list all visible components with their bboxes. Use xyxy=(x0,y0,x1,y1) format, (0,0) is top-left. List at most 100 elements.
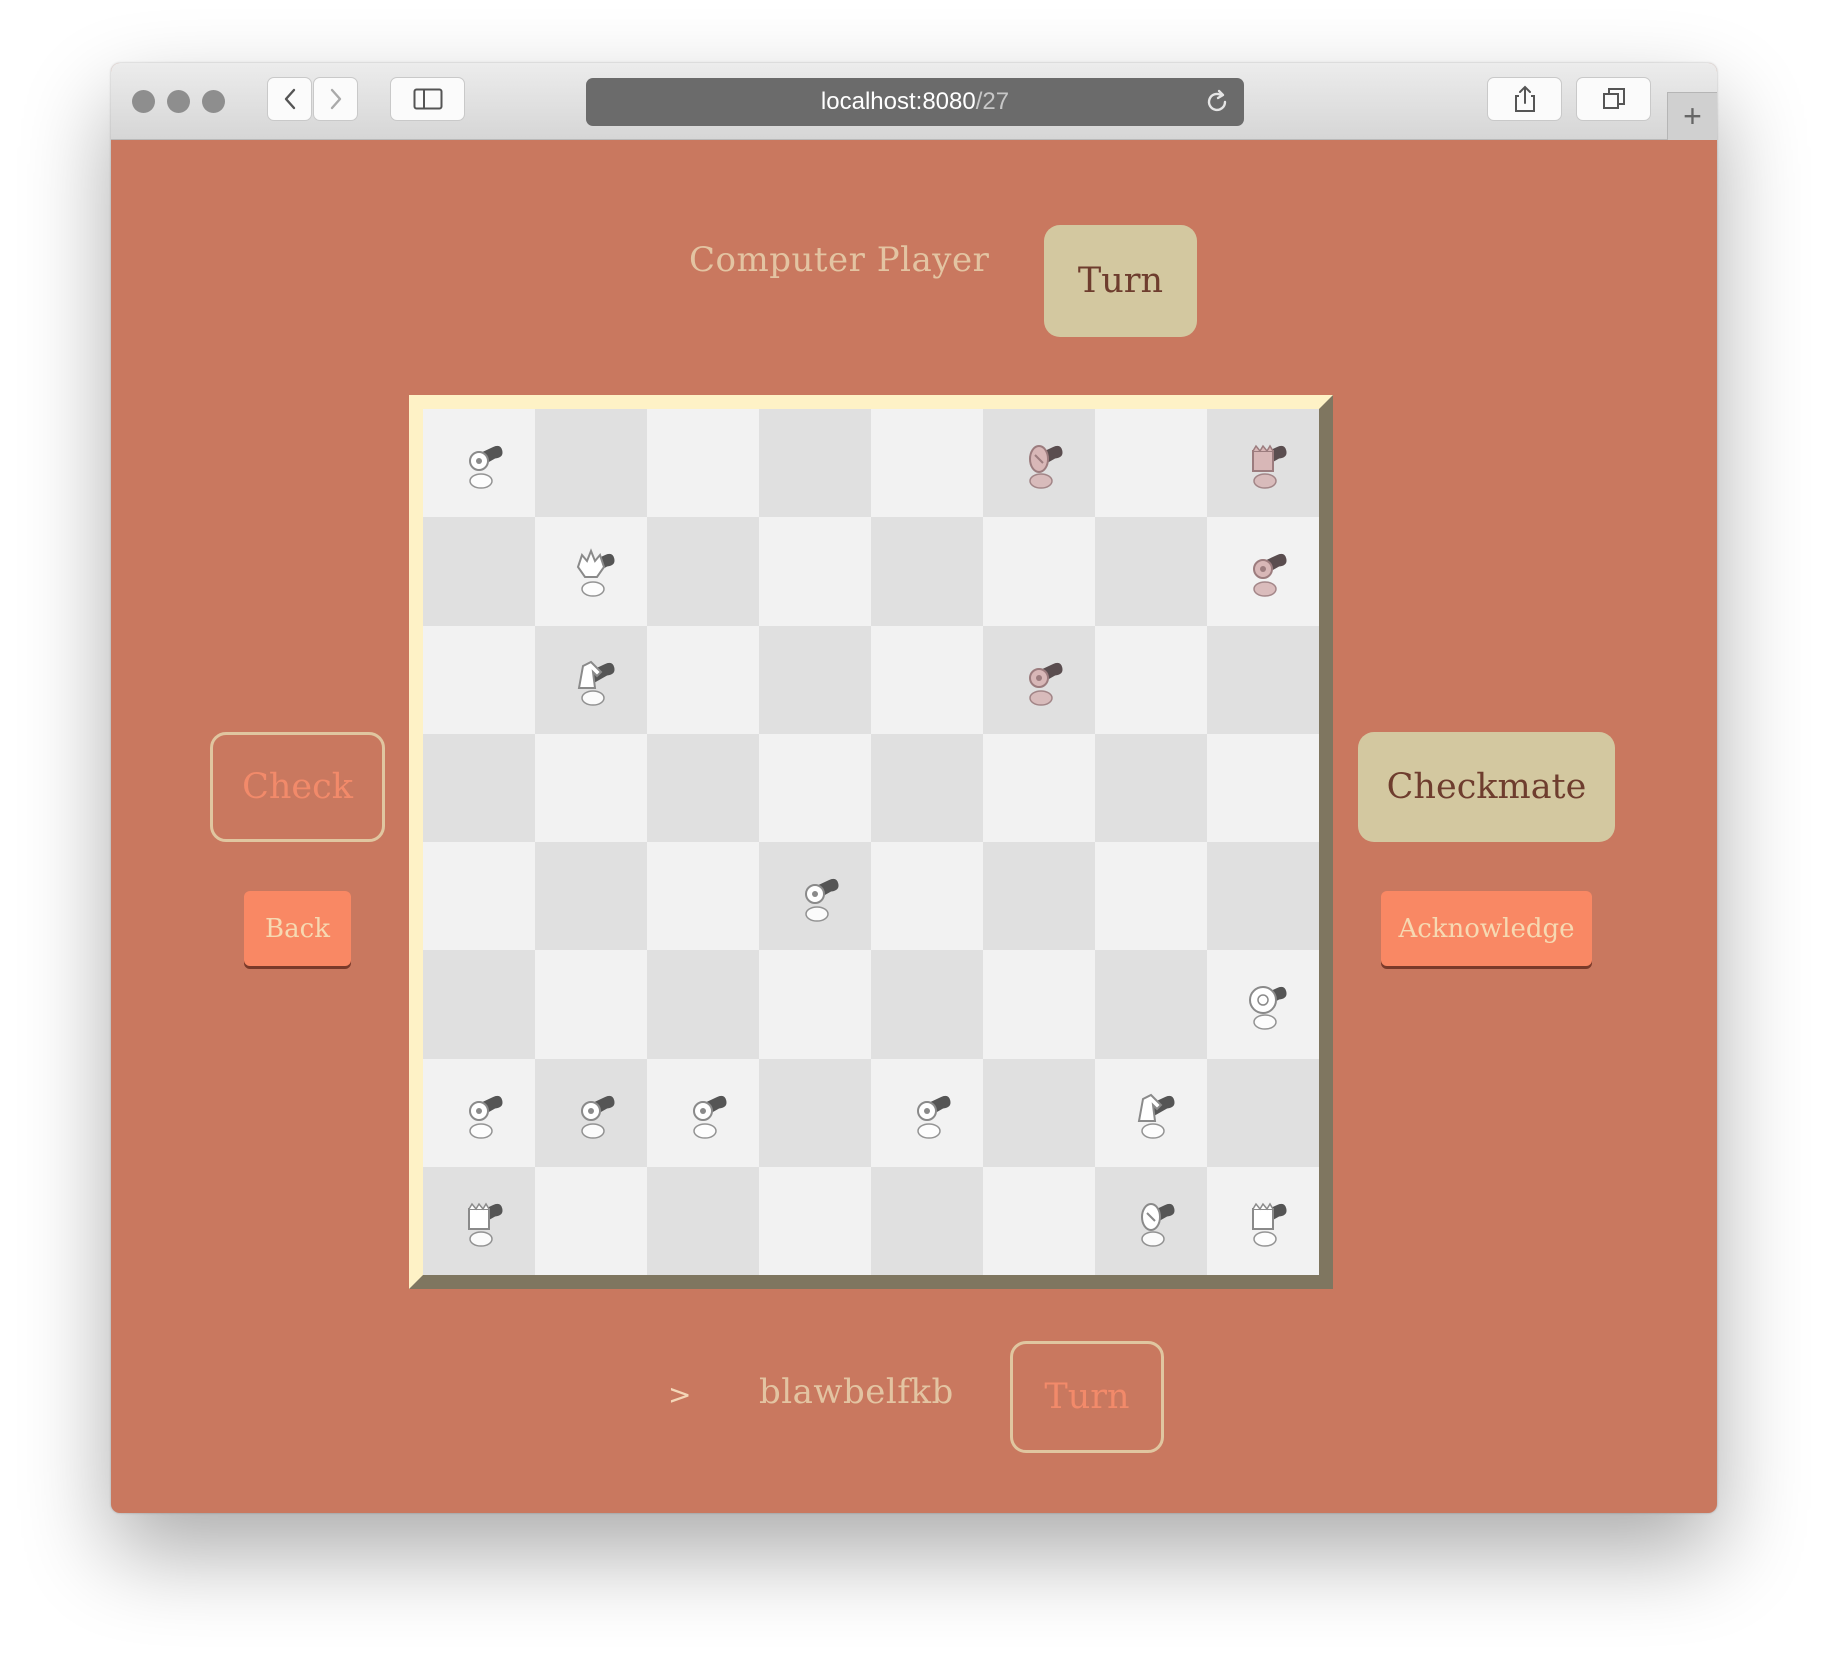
address-bar[interactable]: localhost:8080/27 xyxy=(586,78,1244,126)
board-square[interactable] xyxy=(759,625,871,734)
board-square[interactable] xyxy=(647,842,759,951)
dark-rook-icon[interactable] xyxy=(1229,425,1297,501)
close-window-button[interactable] xyxy=(132,90,155,113)
white-pawn-icon[interactable] xyxy=(557,1075,625,1151)
board-square[interactable] xyxy=(871,517,983,626)
board-square[interactable] xyxy=(1207,950,1319,1059)
board-square[interactable] xyxy=(1207,517,1319,626)
dark-pawn-icon[interactable] xyxy=(1229,533,1297,609)
white-bishop-icon[interactable] xyxy=(1117,1183,1185,1259)
board-square[interactable] xyxy=(647,733,759,842)
board-square[interactable] xyxy=(423,1058,535,1167)
board-square[interactable] xyxy=(647,1058,759,1167)
board-square[interactable] xyxy=(759,733,871,842)
board-square[interactable] xyxy=(535,1058,647,1167)
board-square[interactable] xyxy=(871,1058,983,1167)
board-square[interactable] xyxy=(1095,625,1207,734)
acknowledge-button[interactable]: Acknowledge xyxy=(1381,891,1592,966)
chess-board[interactable] xyxy=(423,409,1319,1275)
tabs-overview-button[interactable] xyxy=(1576,77,1651,121)
board-square[interactable] xyxy=(983,733,1095,842)
board-square[interactable] xyxy=(1095,842,1207,951)
board-square[interactable] xyxy=(423,625,535,734)
back-nav-button[interactable] xyxy=(267,77,312,121)
white-rook-icon[interactable] xyxy=(1229,1183,1297,1259)
board-square[interactable] xyxy=(1207,1058,1319,1167)
board-square[interactable] xyxy=(423,950,535,1059)
board-square[interactable] xyxy=(535,950,647,1059)
board-square[interactable] xyxy=(871,950,983,1059)
white-queen-icon[interactable] xyxy=(1229,966,1297,1042)
board-square[interactable] xyxy=(983,1166,1095,1275)
minimize-window-button[interactable] xyxy=(167,90,190,113)
board-square[interactable] xyxy=(1207,1166,1319,1275)
new-tab-button[interactable]: + xyxy=(1667,92,1717,140)
white-knight-icon[interactable] xyxy=(557,642,625,718)
board-square[interactable] xyxy=(1095,517,1207,626)
board-square[interactable] xyxy=(871,1166,983,1275)
reload-icon[interactable] xyxy=(1204,89,1230,115)
board-square[interactable] xyxy=(535,842,647,951)
white-pawn-icon[interactable] xyxy=(445,1075,513,1151)
board-square[interactable] xyxy=(1095,733,1207,842)
share-button[interactable] xyxy=(1487,77,1562,121)
url-host: localhost:8080 xyxy=(820,88,976,115)
checkmate-button[interactable]: Checkmate xyxy=(1358,732,1615,842)
board-square[interactable] xyxy=(871,625,983,734)
board-square[interactable] xyxy=(647,1166,759,1275)
board-square[interactable] xyxy=(647,409,759,518)
board-square[interactable] xyxy=(1095,1058,1207,1167)
white-pawn-icon[interactable] xyxy=(781,858,849,934)
forward-nav-button[interactable] xyxy=(313,77,358,121)
board-square[interactable] xyxy=(647,517,759,626)
board-square[interactable] xyxy=(871,409,983,518)
board-square[interactable] xyxy=(1207,625,1319,734)
back-button[interactable]: Back xyxy=(244,891,351,966)
white-rook-icon[interactable] xyxy=(445,1183,513,1259)
board-square[interactable] xyxy=(1095,950,1207,1059)
board-square[interactable] xyxy=(535,1166,647,1275)
board-square[interactable] xyxy=(1207,733,1319,842)
board-square[interactable] xyxy=(535,517,647,626)
board-square[interactable] xyxy=(535,409,647,518)
zoom-window-button[interactable] xyxy=(202,90,225,113)
board-square[interactable] xyxy=(871,733,983,842)
board-square[interactable] xyxy=(983,1058,1095,1167)
board-square[interactable] xyxy=(423,733,535,842)
board-square[interactable] xyxy=(983,950,1095,1059)
dark-bishop-icon[interactable] xyxy=(1005,425,1073,501)
board-square[interactable] xyxy=(759,842,871,951)
bottom-turn-indicator[interactable]: Turn xyxy=(1010,1341,1164,1453)
board-square[interactable] xyxy=(423,409,535,518)
check-button[interactable]: Check xyxy=(210,732,385,842)
board-square[interactable] xyxy=(759,1058,871,1167)
board-square[interactable] xyxy=(759,950,871,1059)
white-pawn-icon[interactable] xyxy=(893,1075,961,1151)
board-square[interactable] xyxy=(983,625,1095,734)
board-square[interactable] xyxy=(647,625,759,734)
board-square[interactable] xyxy=(983,842,1095,951)
board-square[interactable] xyxy=(1095,409,1207,518)
board-square[interactable] xyxy=(759,1166,871,1275)
white-pawn-icon[interactable] xyxy=(445,425,513,501)
board-square[interactable] xyxy=(759,517,871,626)
board-square[interactable] xyxy=(535,733,647,842)
board-square[interactable] xyxy=(535,625,647,734)
sidebar-toggle-button[interactable] xyxy=(390,77,465,121)
url-path: /27 xyxy=(975,88,1010,115)
board-square[interactable] xyxy=(983,517,1095,626)
board-square[interactable] xyxy=(759,409,871,518)
board-square[interactable] xyxy=(1207,842,1319,951)
board-square[interactable] xyxy=(983,409,1095,518)
white-pawn-icon[interactable] xyxy=(669,1075,737,1151)
board-square[interactable] xyxy=(871,842,983,951)
dark-pawn-icon[interactable] xyxy=(1005,642,1073,718)
board-square[interactable] xyxy=(423,1166,535,1275)
board-square[interactable] xyxy=(1095,1166,1207,1275)
board-square[interactable] xyxy=(647,950,759,1059)
board-square[interactable] xyxy=(1207,409,1319,518)
white-knight-icon[interactable] xyxy=(1117,1075,1185,1151)
board-square[interactable] xyxy=(423,842,535,951)
white-king-icon[interactable] xyxy=(557,533,625,609)
board-square[interactable] xyxy=(423,517,535,626)
